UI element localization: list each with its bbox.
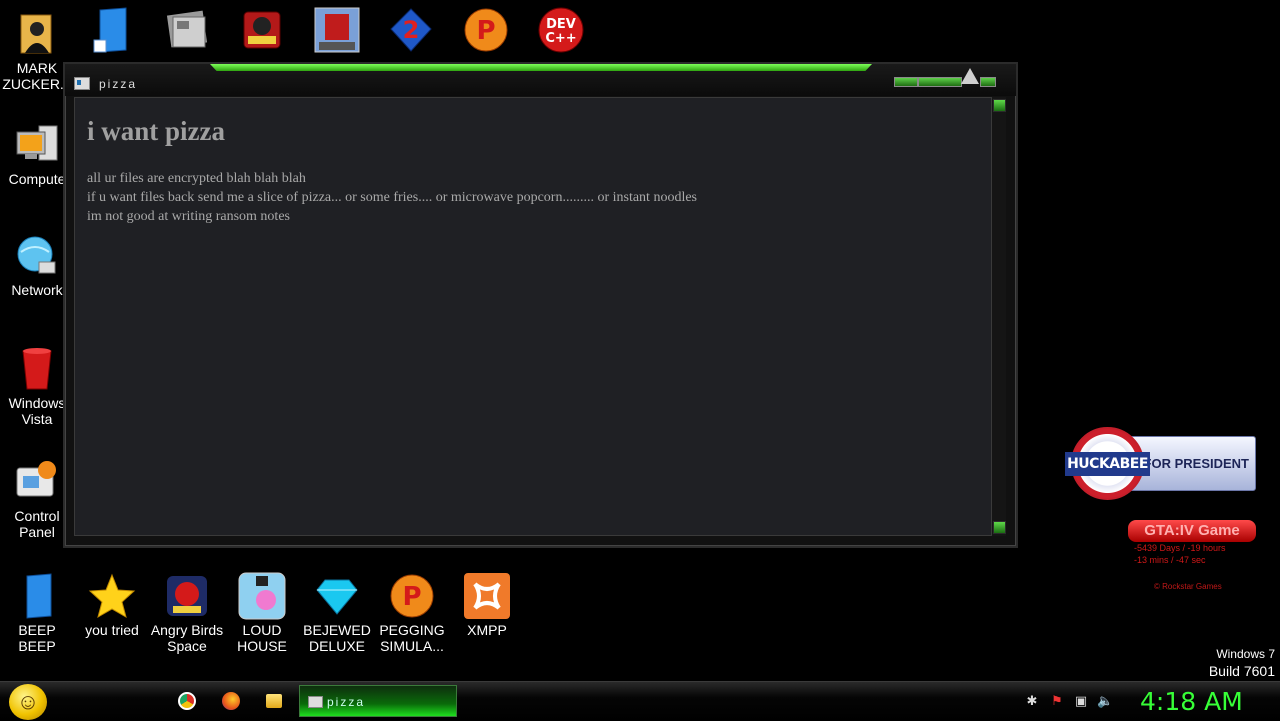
taskbar-item-pizza[interactable]: pizza — [299, 685, 457, 717]
desktop-icon-top-dev-cpp[interactable]: DEV C++ — [535, 6, 587, 58]
chrome-icon[interactable] — [178, 692, 196, 710]
dev-cpp-icon: DEV C++ — [537, 6, 585, 59]
desktop-icon-beep-beep[interactable]: BEEP BEEP — [0, 572, 74, 654]
recycle-bin-icon — [13, 345, 61, 393]
huckabee-name: HUCKABEE — [1065, 451, 1150, 476]
network-globe-icon — [13, 232, 61, 280]
angry-birds-icon — [163, 572, 211, 620]
action-center-flag-icon[interactable]: ⚑ — [1049, 693, 1065, 709]
huckabee-slogan: FOR PRESIDENT — [1143, 456, 1249, 471]
huckabee-badge: HUCKABEE — [1065, 427, 1150, 500]
close-bar[interactable] — [980, 77, 996, 87]
svg-text:DEV: DEV — [546, 17, 576, 32]
maximize-button[interactable] — [918, 77, 962, 87]
huckabee-widget: FOR PRESIDENT HUCKABEE — [1065, 427, 1258, 500]
newspaper-icon — [163, 7, 211, 58]
document-content[interactable]: i want pizza all ur files are encrypted … — [74, 97, 992, 536]
build-os-name: Windows 7 — [1216, 647, 1275, 661]
minimize-button[interactable] — [894, 77, 918, 87]
desktop-icon-top-peggle[interactable]: P — [460, 6, 512, 58]
svg-text:P: P — [476, 16, 495, 46]
desktop-icon-top-star-wars[interactable] — [236, 6, 288, 58]
firefox-icon[interactable] — [222, 692, 240, 710]
desktop-icon-you-tried[interactable]: you tried — [75, 572, 149, 638]
desktop-icon-angry-birds-space[interactable]: Angry Birds Space — [150, 572, 224, 654]
star-wars-game-icon — [240, 8, 284, 57]
bluetooth-icon[interactable]: ✱ — [1024, 693, 1040, 709]
blue-app-icon — [90, 6, 134, 59]
desktop-icon-top-minecraft[interactable] — [311, 6, 363, 58]
peggle-icon: P — [462, 6, 510, 59]
scroll-up-button[interactable] — [993, 99, 1006, 112]
folder-person-icon — [13, 10, 61, 58]
svg-text:P: P — [402, 582, 421, 612]
gta-copyright: © Rockstar Games — [1154, 582, 1222, 591]
taskbar: ☺ pizza ✱ ⚑ ▣ 🔈 4:18 AM — [0, 681, 1280, 721]
document-line-2: if u want files back send me a slice of … — [87, 190, 697, 205]
document-line-1: all ur files are encrypted blah blah bla… — [87, 171, 306, 186]
close-button[interactable] — [961, 68, 979, 84]
system-clock[interactable]: 4:18 AM — [1140, 687, 1243, 716]
titlebar-glow — [210, 64, 872, 71]
document-line-3: im not good at writing ransom notes — [87, 209, 290, 224]
desktop-icon-top-newspaper[interactable] — [161, 6, 213, 58]
volume-icon[interactable]: 🔈 — [1097, 693, 1113, 709]
gta-countdown-line-1: -5439 Days / -19 hours — [1134, 543, 1226, 553]
blue-app-icon — [13, 572, 61, 620]
start-button[interactable]: ☺ — [9, 684, 47, 720]
xampp-icon — [463, 572, 511, 620]
control-panel-icon — [13, 458, 61, 506]
desktop-icon-loud-house[interactable]: LOUD HOUSE — [225, 572, 299, 654]
scroll-down-button[interactable] — [993, 521, 1006, 534]
peggle-icon: P — [388, 572, 436, 620]
window-app-icon — [74, 77, 90, 90]
notepad-window[interactable]: pizza i want pizza all ur files are encr… — [63, 62, 1018, 548]
vertical-scrollbar[interactable] — [992, 97, 1006, 536]
minecraft-icon — [313, 6, 361, 59]
portal-2-icon: 2 — [389, 7, 433, 58]
window-titlebar[interactable]: pizza — [65, 64, 1016, 96]
gta-countdown-line-2: -13 mins / -47 sec — [1134, 555, 1206, 565]
gem-icon — [313, 572, 361, 620]
explorer-folder-icon[interactable] — [266, 694, 282, 708]
taskbar-item-label: pizza — [327, 695, 366, 709]
windows-build-watermark: Windows 7 Build 7601 — [1209, 646, 1275, 680]
taskbar-item-icon — [308, 696, 323, 708]
computer-icon — [13, 121, 61, 169]
window-title: pizza — [99, 77, 138, 91]
gta-button[interactable]: GTA:IV Game — [1128, 520, 1256, 542]
window-controls — [894, 68, 996, 88]
svg-text:C++: C++ — [545, 31, 576, 46]
desktop-icon-xmpp[interactable]: XMPP — [450, 572, 524, 638]
build-number: Build 7601 — [1208, 663, 1275, 679]
desktop-icon-top-blue-app[interactable] — [86, 6, 138, 58]
desktop-icon-top-portal-2[interactable]: 2 — [385, 6, 437, 58]
loud-house-icon — [238, 572, 286, 620]
network-tray-icon[interactable]: ▣ — [1073, 693, 1089, 709]
star-icon — [88, 572, 136, 620]
smiley-icon: ☺ — [16, 689, 40, 714]
document-heading: i want pizza — [87, 116, 225, 146]
svg-text:2: 2 — [403, 16, 420, 44]
gta-countdown-widget: GTA:IV Game -5439 Days / -19 hours -13 m… — [1128, 520, 1258, 591]
desktop-icon-pegging-simula[interactable]: P PEGGING SIMULA... — [375, 572, 449, 654]
desktop-icon-bejewed-deluxe[interactable]: BEJEWED DELUXE — [300, 572, 374, 654]
